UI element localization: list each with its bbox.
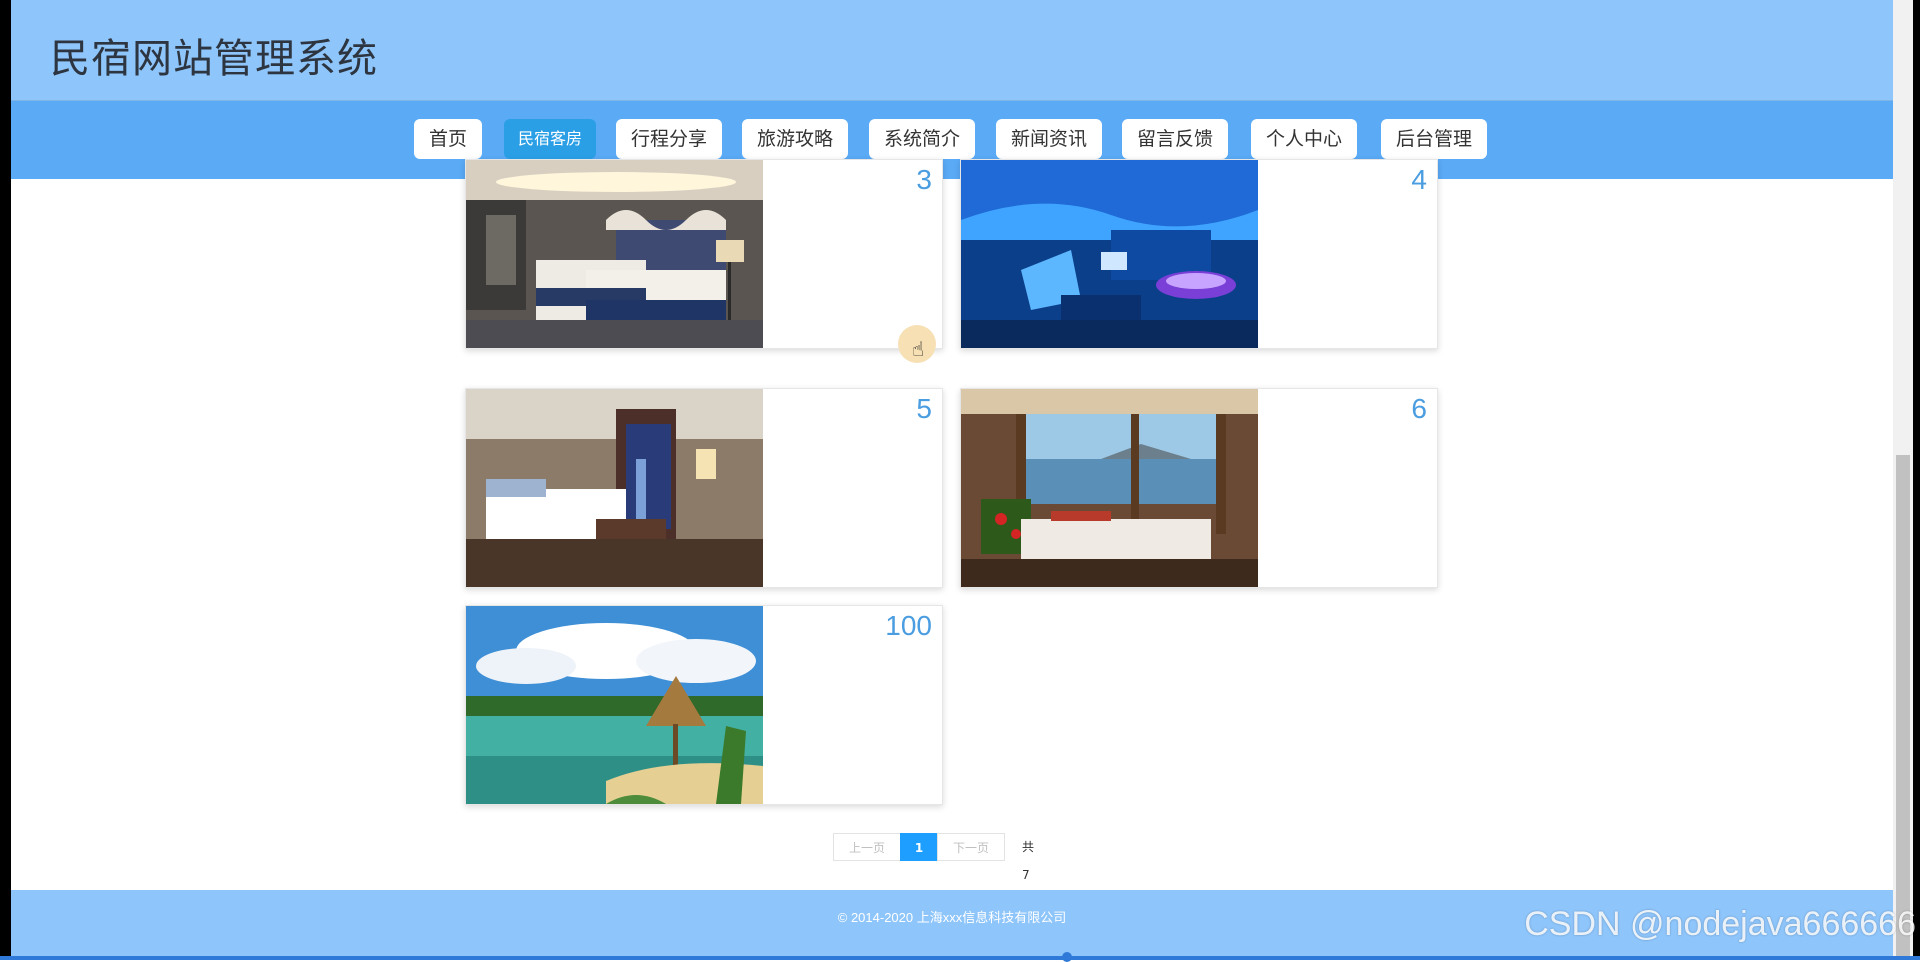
nav-item-feedback[interactable]: 留言反馈 (1122, 119, 1228, 159)
prev-page-button[interactable]: 上一页 (833, 833, 901, 861)
site-header: 民宿网站管理系统 (11, 0, 1893, 101)
room-card[interactable]: 4 (960, 159, 1438, 349)
hand-cursor-icon: ☝ (912, 337, 925, 361)
room-photo[interactable] (466, 606, 763, 804)
watermark: CSDN @nodejava666666 (1524, 905, 1916, 943)
room-number: 3 (916, 164, 932, 195)
main-nav: 首页 民宿客房 行程分享 旅游攻略 系统简介 新闻资讯 留言反馈 个人中心 后台… (11, 101, 1893, 179)
room-photo[interactable] (466, 389, 763, 587)
room-card[interactable]: 5 (465, 388, 943, 588)
nav-item-news[interactable]: 新闻资讯 (996, 119, 1102, 159)
nav-item-guides[interactable]: 旅游攻略 (742, 119, 848, 159)
nav-item-profile[interactable]: 个人中心 (1251, 119, 1357, 159)
room-number: 100 (885, 610, 932, 641)
room-list: 3 4 ☝ 5 6 100 上一页 1 下一页 共 7 (11, 159, 1893, 910)
room-card[interactable]: 6 (960, 388, 1438, 588)
right-edge (1913, 0, 1920, 960)
pointer-cursor: ☝ (898, 325, 936, 363)
page-scrollbar[interactable] (1893, 0, 1913, 956)
scrollbar-thumb[interactable] (1896, 455, 1910, 956)
next-page-button[interactable]: 下一页 (937, 833, 1005, 861)
site-title: 民宿网站管理系统 (50, 36, 378, 82)
room-photo[interactable] (466, 160, 763, 348)
page-1-button[interactable]: 1 (900, 833, 938, 861)
nav-item-about[interactable]: 系统简介 (869, 119, 975, 159)
nav-item-trips[interactable]: 行程分享 (616, 119, 722, 159)
nav-item-admin[interactable]: 后台管理 (1381, 119, 1487, 159)
nav-item-rooms[interactable]: 民宿客房 (504, 119, 596, 159)
video-progress-handle[interactable] (1062, 952, 1072, 962)
room-number: 4 (1411, 164, 1427, 195)
video-progress-bar[interactable] (0, 956, 1920, 960)
room-number: 5 (916, 393, 932, 424)
room-card[interactable]: 3 (465, 159, 943, 349)
room-card[interactable]: 100 (465, 605, 943, 805)
nav-item-home[interactable]: 首页 (414, 119, 482, 159)
room-number: 6 (1411, 393, 1427, 424)
room-photo[interactable] (961, 160, 1258, 348)
left-edge (0, 0, 11, 960)
room-photo[interactable] (961, 389, 1258, 587)
